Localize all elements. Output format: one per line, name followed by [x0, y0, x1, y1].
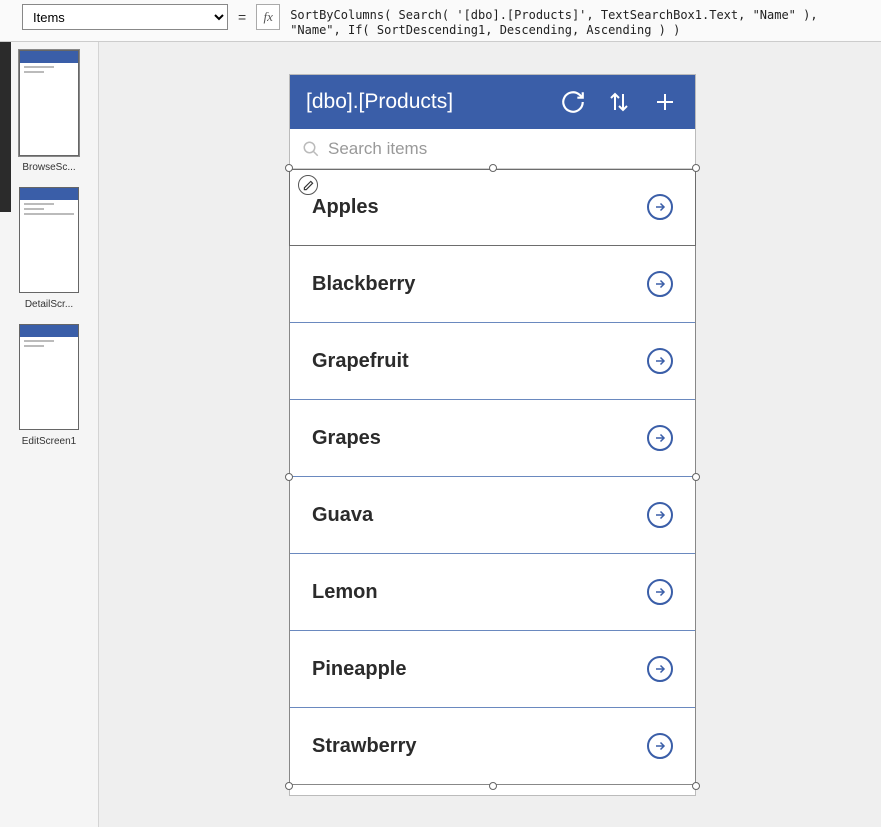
item-name: Strawberry	[312, 735, 647, 758]
item-name: Guava	[312, 504, 647, 527]
fx-button[interactable]: fx	[256, 4, 280, 30]
next-arrow-icon[interactable]	[647, 502, 673, 528]
formula-bar: Items = fx SortByColumns( Search( '[dbo]…	[0, 0, 881, 42]
property-select[interactable]: Items	[22, 4, 228, 30]
thumbnail-label: BrowseSc...	[19, 162, 79, 173]
item-name: Grapefruit	[312, 350, 647, 373]
formula-text[interactable]: SortByColumns( Search( '[dbo].[Products]…	[280, 4, 881, 42]
thumbnail-label: EditScreen1	[19, 436, 79, 447]
item-name: Apples	[312, 196, 647, 219]
list-item[interactable]: Strawberry	[290, 708, 695, 785]
thumbnail-edit[interactable]: EditScreen1	[19, 324, 79, 447]
equals-sign: =	[238, 4, 246, 30]
resize-handle[interactable]	[285, 164, 293, 172]
resize-handle[interactable]	[285, 473, 293, 481]
gallery[interactable]: Apples Blackberry Grapefruit Grapes	[290, 169, 695, 785]
app-title: [dbo].[Products]	[306, 90, 541, 114]
list-item[interactable]: Apples	[290, 169, 695, 246]
resize-handle[interactable]	[692, 164, 700, 172]
resize-handle[interactable]	[489, 164, 497, 172]
search-icon	[302, 140, 320, 158]
resize-handle[interactable]	[692, 473, 700, 481]
next-arrow-icon[interactable]	[647, 348, 673, 374]
panel-dark-strip	[0, 42, 11, 212]
add-icon[interactable]	[651, 88, 679, 116]
search-input[interactable]	[328, 139, 683, 159]
list-item[interactable]: Grapes	[290, 400, 695, 477]
item-name: Blackberry	[312, 273, 647, 296]
resize-handle[interactable]	[285, 782, 293, 790]
item-name: Pineapple	[312, 658, 647, 681]
app-header: [dbo].[Products]	[290, 75, 695, 129]
resize-handle[interactable]	[489, 782, 497, 790]
gallery-selection-wrap: Apples Blackberry Grapefruit Grapes	[290, 169, 695, 785]
thumbnail-detail[interactable]: DetailScr...	[19, 187, 79, 310]
phone-preview: [dbo].[Products]	[289, 74, 696, 796]
canvas-area[interactable]: [dbo].[Products]	[99, 42, 881, 827]
resize-handle[interactable]	[692, 782, 700, 790]
next-arrow-icon[interactable]	[647, 733, 673, 759]
next-arrow-icon[interactable]	[647, 425, 673, 451]
list-item[interactable]: Pineapple	[290, 631, 695, 708]
workspace: BrowseSc... DetailScr... EditScreen1 [db…	[0, 42, 881, 827]
screen-thumbnails-panel: BrowseSc... DetailScr... EditScreen1	[0, 42, 99, 827]
thumbnail-label: DetailScr...	[19, 299, 79, 310]
next-arrow-icon[interactable]	[647, 579, 673, 605]
list-item[interactable]: Lemon	[290, 554, 695, 631]
next-arrow-icon[interactable]	[647, 194, 673, 220]
next-arrow-icon[interactable]	[647, 271, 673, 297]
refresh-icon[interactable]	[559, 88, 587, 116]
item-name: Lemon	[312, 581, 647, 604]
next-arrow-icon[interactable]	[647, 656, 673, 682]
thumbnail-browse[interactable]: BrowseSc...	[19, 50, 79, 173]
sort-icon[interactable]	[605, 88, 633, 116]
list-item[interactable]: Blackberry	[290, 246, 695, 323]
edit-template-icon[interactable]	[298, 175, 318, 195]
list-item[interactable]: Grapefruit	[290, 323, 695, 400]
list-item[interactable]: Guava	[290, 477, 695, 554]
item-name: Grapes	[312, 427, 647, 450]
search-bar	[290, 129, 695, 169]
